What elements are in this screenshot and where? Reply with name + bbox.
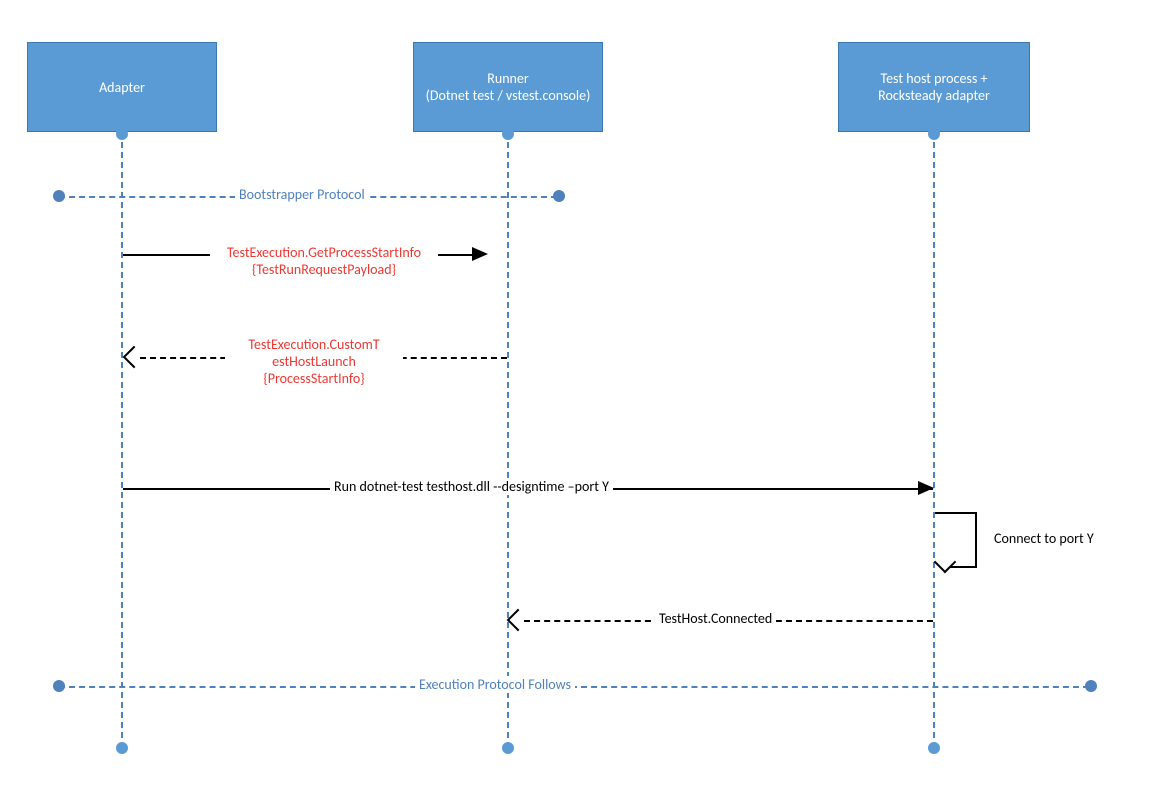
msg-custom-testhost-launch-label: TestExecution.CustomT estHostLaunch {Pro… (225, 336, 403, 387)
lifeline-dot (502, 128, 514, 140)
lifeline-dot (928, 742, 940, 754)
arrowhead-right-solid-icon (472, 247, 488, 261)
self-msg-connect-label: Connect to port Y (990, 530, 1098, 547)
self-msg-connect-side (975, 512, 977, 566)
msg-get-process-start-info-label: TestExecution.GetProcessStartInfo {TestR… (210, 244, 438, 278)
msg2-line3: {ProcessStartInfo} (263, 370, 364, 387)
lifeline-dot (502, 742, 514, 754)
msg2-line1: TestExecution.CustomT (248, 336, 379, 353)
lifeline-dot (116, 742, 128, 754)
msg-testhost-connected-label: TestHost.Connected (655, 610, 776, 627)
lifeline-testhost (933, 132, 935, 748)
lifeline-adapter (121, 132, 123, 748)
participant-runner: Runner(Dotnet test / vstest.console) (413, 42, 603, 132)
divider-dot (53, 680, 65, 692)
divider-dot (53, 190, 65, 202)
msg2-line2: estHostLaunch (272, 353, 356, 370)
arrowhead-left-open-icon (123, 346, 146, 369)
divider-bootstrapper-label: Bootstrapper Protocol (235, 186, 369, 203)
divider-dot (1085, 680, 1097, 692)
msg1-line2: {TestRunRequestPayload} (252, 261, 396, 278)
participant-adapter: Adapter (27, 42, 217, 132)
divider-execution-protocol-label: Execution Protocol Follows (415, 676, 575, 693)
self-msg-connect-top (935, 512, 977, 514)
arrowhead-right-solid-icon (918, 481, 934, 495)
lifeline-dot (928, 128, 940, 140)
arrowhead-down-open-icon (934, 551, 957, 574)
msg-run-dotnet-test-label: Run dotnet-test testhost.dll --designtim… (330, 478, 613, 495)
msg1-line1: TestExecution.GetProcessStartInfo (227, 244, 421, 261)
lifeline-dot (116, 128, 128, 140)
arrowhead-left-open-icon (507, 609, 530, 632)
participant-testhost-label: Test host process + Rocksteady adapter (847, 70, 1021, 104)
self-msg-connect-bottom (950, 566, 977, 568)
participant-adapter-label: Adapter (99, 79, 145, 96)
participant-runner-label: Runner(Dotnet test / vstest.console) (426, 70, 591, 104)
divider-dot (553, 190, 565, 202)
participant-testhost: Test host process + Rocksteady adapter (838, 42, 1030, 132)
lifeline-runner (507, 132, 509, 748)
